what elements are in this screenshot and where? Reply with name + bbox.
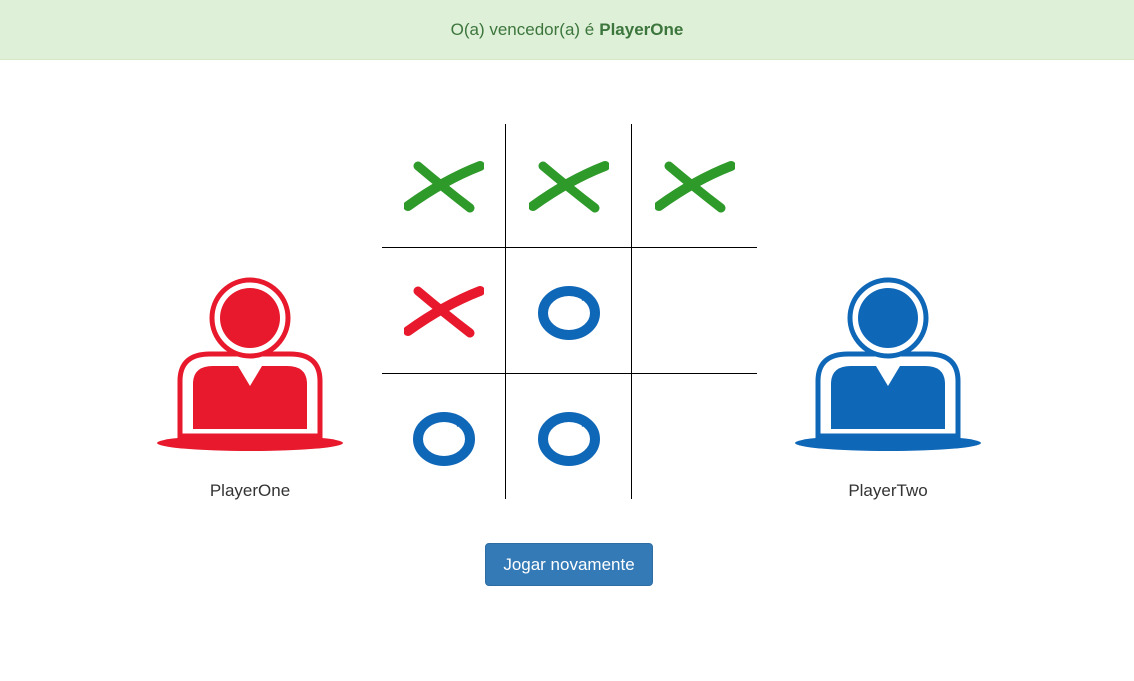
o-mark-blue-icon <box>412 411 475 466</box>
o-mark-blue-icon <box>537 285 600 340</box>
board-cell[interactable] <box>632 124 757 248</box>
winner-name: PlayerOne <box>599 19 684 39</box>
board-cell[interactable] <box>632 248 757 374</box>
board-cell[interactable] <box>382 374 506 499</box>
play-again-button[interactable]: Jogar novamente <box>485 543 653 586</box>
o-mark-blue-icon <box>537 411 600 466</box>
winner-banner: O(a) vencedor(a) é PlayerOne <box>0 0 1134 60</box>
x-mark-green-icon <box>528 160 609 212</box>
player-two-person-icon <box>795 277 981 451</box>
board-cell[interactable] <box>506 124 632 248</box>
player-two-name: PlayerTwo <box>848 481 928 500</box>
player-one-panel: PlayerOne <box>150 276 350 501</box>
board-cell[interactable] <box>506 374 632 499</box>
x-mark-green-icon <box>654 160 735 212</box>
player-one-name: PlayerOne <box>209 481 291 500</box>
board-cell[interactable] <box>506 248 632 374</box>
winner-banner-prefix: O(a) vencedor(a) é <box>450 19 595 39</box>
player-one-person-icon <box>157 277 343 451</box>
x-mark-red-icon <box>403 285 484 337</box>
game-board <box>382 124 757 499</box>
player-two-panel: PlayerTwo <box>788 276 988 501</box>
board-cell[interactable] <box>382 124 506 248</box>
board-cell[interactable] <box>382 248 506 374</box>
x-mark-green-icon <box>403 160 484 212</box>
board-cell[interactable] <box>632 374 757 499</box>
